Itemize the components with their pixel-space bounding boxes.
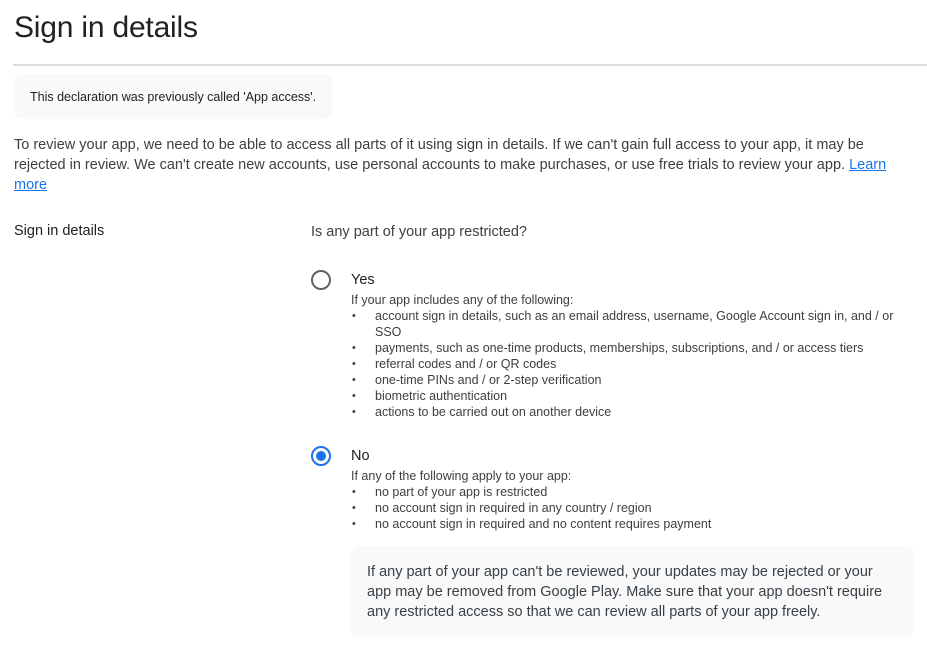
list-item: payments, such as one-time products, mem…: [351, 340, 915, 356]
list-item: no account sign in required and no conte…: [351, 516, 915, 532]
list-item: actions to be carried out on another dev…: [351, 404, 915, 420]
warning-text: If any part of your app can't be reviewe…: [367, 564, 883, 620]
radio-selected-dot: [316, 451, 326, 461]
review-warning-panel: If any part of your app can't be reviewe…: [351, 546, 914, 637]
no-criteria-list: no part of your app is restricted no acc…: [351, 484, 915, 532]
no-radio-button[interactable]: [311, 446, 331, 466]
list-item: biometric authentication: [351, 388, 915, 404]
list-item: one-time PINs and / or 2-step verificati…: [351, 372, 915, 388]
no-option-description: If any of the following apply to your ap…: [351, 469, 572, 483]
intro-text: To review your app, we need to be able t…: [14, 137, 864, 173]
yes-option-label[interactable]: Yes: [351, 272, 375, 288]
title-divider: [13, 64, 927, 66]
yes-criteria-list: account sign in details, such as an emai…: [351, 308, 915, 420]
yes-option-description: If your app includes any of the followin…: [351, 293, 574, 307]
yes-radio-button[interactable]: [311, 270, 331, 290]
list-item: no part of your app is restricted: [351, 484, 915, 500]
rename-notice: This declaration was previously called '…: [14, 74, 333, 119]
notice-text: This declaration was previously called '…: [30, 89, 317, 104]
intro-paragraph: To review your app, we need to be able t…: [14, 135, 909, 195]
list-item: account sign in details, such as an emai…: [351, 308, 915, 340]
page-title: Sign in details: [14, 11, 198, 44]
list-item: no account sign in required in any count…: [351, 500, 915, 516]
section-label: Sign in details: [14, 223, 105, 239]
restriction-question: Is any part of your app restricted?: [311, 224, 527, 240]
no-option-label[interactable]: No: [351, 448, 370, 464]
list-item: referral codes and / or QR codes: [351, 356, 915, 372]
